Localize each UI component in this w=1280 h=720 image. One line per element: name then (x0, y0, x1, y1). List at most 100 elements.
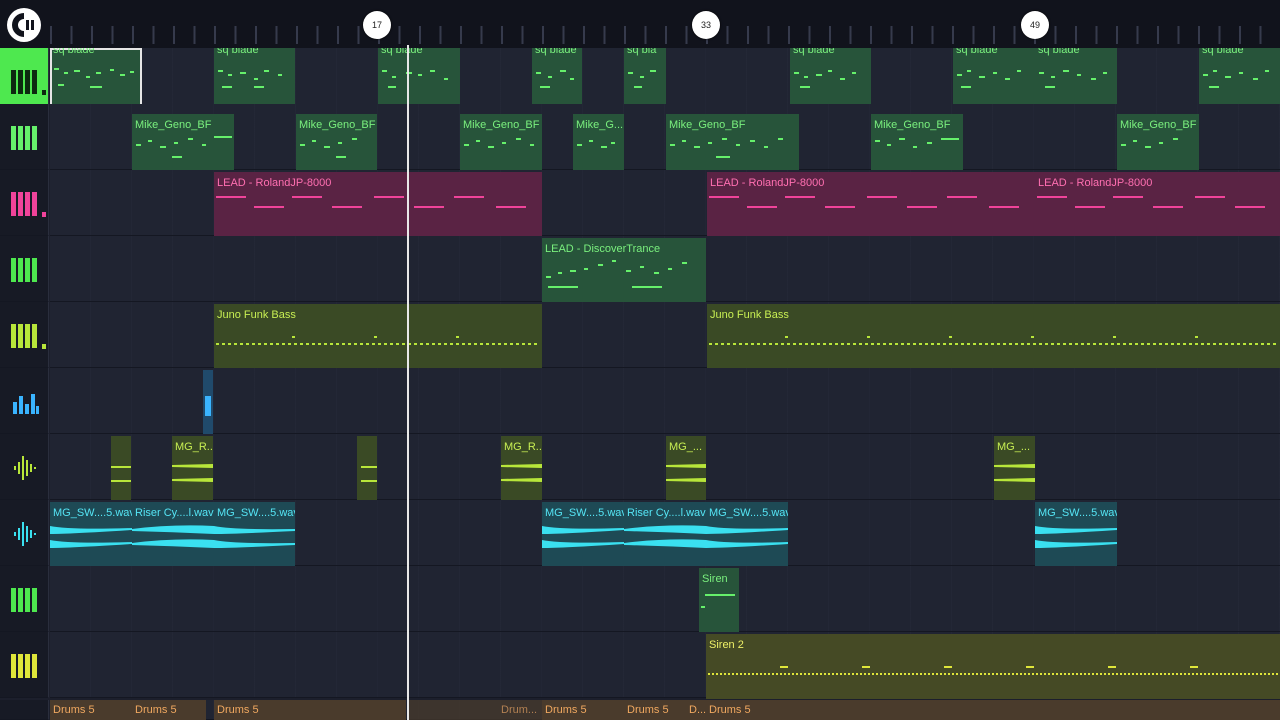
midi-clip[interactable]: Juno Funk Bass (707, 304, 1280, 369)
clip-name: Drums 5 (135, 704, 177, 716)
track-mg-sw: MG_SW....5.wav Riser Cy....l.wav MG_SW..… (0, 500, 1280, 567)
clip-name: Juno Funk Bass (710, 309, 789, 321)
waveform (1035, 526, 1117, 548)
playhead[interactable] (407, 45, 409, 720)
drum-clip[interactable]: Drums 5 (50, 700, 132, 720)
track-lane[interactable] (50, 104, 1280, 170)
clip-name: Riser Cy....l.wav (627, 507, 706, 519)
track-header[interactable] (0, 236, 49, 302)
clip-name: Mike_Geno_BF (135, 119, 212, 131)
clip-name: sq blade (793, 48, 835, 56)
timeline-ruler[interactable]: 17 33 49 (0, 0, 1280, 49)
clip-name: LEAD - RolandJP-8000 (710, 177, 825, 189)
audio-clip[interactable]: MG_SW....5.wav (1035, 502, 1117, 567)
audio-clip[interactable] (357, 436, 377, 501)
clip-name: MG_... (669, 441, 703, 453)
waveform (666, 464, 706, 482)
clip-name: D... (689, 704, 706, 716)
track-indicator (42, 90, 46, 95)
audio-clip[interactable]: MG_... (994, 436, 1035, 501)
bar-marker[interactable]: 33 (692, 11, 720, 39)
audio-clip[interactable]: MG_R... (501, 436, 542, 501)
clip-name: LEAD - RolandJP-8000 (217, 177, 332, 189)
drum-clip[interactable]: Drums 5 (132, 700, 206, 720)
midi-clip[interactable]: LEAD - RolandJP-8000 (1035, 172, 1280, 237)
clip-name: Mike_Geno_BF (1120, 119, 1197, 131)
track-lead-roland: LEAD - RolandJP-8000 LEAD - RolandJP-800… (0, 170, 1280, 237)
waveform (706, 526, 788, 548)
clip-name: MG_R... (504, 441, 542, 453)
audio-clip[interactable]: MG_SW....5.wav (50, 502, 132, 567)
track-mike-geno: Mike_Geno_BF Mike_Geno_BF Mike_Geno_BF M… (0, 104, 1280, 179)
clip-name: Mike_Geno_BF (874, 119, 951, 131)
track-lane[interactable] (50, 566, 1280, 632)
audio-clip[interactable]: MG_SW....5.wav (214, 502, 295, 567)
track-drum-pad (0, 368, 1280, 435)
waveform (994, 464, 1035, 482)
audio-clip[interactable]: MG_SW....5.wav (706, 502, 788, 567)
waveform (132, 525, 214, 548)
clip-name: Drums 5 (545, 704, 587, 716)
waveform (501, 464, 542, 482)
daw-window: 17 33 49 sq blade sq blade sq blade sq b… (0, 0, 1280, 720)
audio-clip[interactable]: Riser Cy....l.wav (624, 502, 706, 567)
bar-marker[interactable]: 49 (1021, 11, 1049, 39)
audio-clip[interactable]: MG_R... (172, 436, 213, 501)
track-indicator (42, 344, 46, 349)
clip-name: Riser Cy....l.wav (135, 507, 214, 519)
track-header[interactable] (0, 500, 49, 566)
midi-clip[interactable]: Siren (699, 568, 739, 633)
piano-keys-icon (11, 654, 37, 678)
midi-notes (216, 196, 526, 208)
audio-clip[interactable] (111, 436, 131, 501)
midi-clip[interactable]: Siren 2 (706, 634, 1280, 699)
midi-clip[interactable]: LEAD - RolandJP-8000 (707, 172, 1035, 237)
waveform (361, 466, 377, 482)
pattern-clip[interactable] (203, 370, 213, 435)
piano-keys-icon (11, 70, 37, 94)
midi-clip[interactable]: LEAD - DiscoverTrance (542, 238, 706, 303)
midi-clip[interactable]: Juno Funk Bass (214, 304, 542, 369)
track-header[interactable] (0, 170, 49, 236)
clip-name: sq blade (1038, 48, 1080, 56)
drum-clip[interactable]: Drums 5 (542, 700, 624, 720)
track-list: sq blade sq blade sq blade sq blade sq b… (0, 48, 1280, 720)
track-header[interactable] (0, 302, 49, 368)
drum-clip[interactable]: D... (686, 700, 706, 720)
piano-keys-icon (11, 324, 37, 348)
track-lane[interactable] (50, 434, 1280, 500)
track-lane[interactable] (50, 368, 1280, 434)
clip-name: sq blade (53, 48, 95, 56)
midi-clip[interactable]: LEAD - RolandJP-8000 (214, 172, 542, 237)
midi-notes (709, 336, 1277, 345)
clip-name: Mike_G... (576, 119, 624, 131)
waveform (111, 466, 131, 482)
track-header[interactable] (0, 632, 49, 698)
audio-clip[interactable]: Riser Cy....l.wav (132, 502, 214, 567)
audio-clip[interactable]: MG_... (666, 436, 706, 501)
track-indicator (42, 212, 46, 217)
track-header[interactable] (0, 700, 49, 720)
audio-clip[interactable]: MG_SW....5.wav (542, 502, 624, 567)
drum-clip[interactable]: Drum... (409, 700, 542, 720)
track-header[interactable] (0, 104, 49, 170)
waveform-icon (14, 456, 36, 480)
drum-clip[interactable]: Drums 5 (706, 700, 1280, 720)
clip-name: sq blade (956, 48, 998, 56)
clip-name: Mike_Geno_BF (299, 119, 376, 131)
midi-notes (546, 260, 687, 288)
drum-clip[interactable]: Drums 5 (624, 700, 686, 720)
track-header[interactable] (0, 566, 49, 632)
track-lead-discover: LEAD - DiscoverTrance (0, 236, 1280, 303)
piano-keys-icon (11, 258, 37, 282)
clip-name: LEAD - DiscoverTrance (545, 243, 661, 255)
app-logo-icon[interactable] (5, 6, 43, 44)
clip-name: MG_R... (175, 441, 213, 453)
clip-name: Mike_Geno_BF (669, 119, 746, 131)
track-header[interactable] (0, 368, 49, 434)
track-header[interactable] (0, 434, 49, 500)
clip-name: sq bla (627, 48, 657, 56)
drum-clip[interactable]: Drums 5 (214, 700, 406, 720)
bar-marker[interactable]: 17 (363, 11, 391, 39)
waveform (172, 464, 213, 482)
